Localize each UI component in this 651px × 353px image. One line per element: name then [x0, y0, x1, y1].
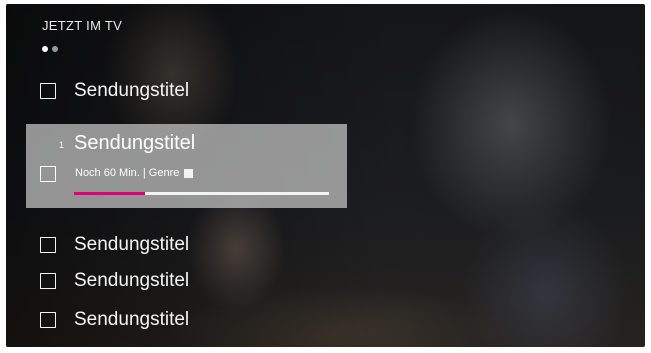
list-item[interactable]: Sendungstitel: [40, 234, 189, 256]
program-title: Sendungstitel: [74, 309, 190, 330]
list-item[interactable]: Sendungstitel: [40, 80, 189, 102]
checkbox-icon[interactable]: [40, 237, 56, 253]
checkbox-icon[interactable]: [40, 166, 56, 182]
program-meta: Noch 60 Min. | Genre: [75, 167, 194, 179]
list-item[interactable]: Sendungstitel: [40, 270, 189, 292]
program-meta-text: Noch 60 Min. | Genre: [75, 167, 180, 179]
page-dot-active[interactable]: [42, 46, 48, 52]
list-item[interactable]: Sendungstitel: [40, 309, 189, 331]
square-icon: [184, 168, 194, 178]
progress-fill: [74, 192, 146, 195]
program-title: Sendungstitel: [74, 132, 196, 154]
program-title: Sendungstitel: [74, 80, 190, 101]
section-title: JETZT IM TV: [42, 18, 123, 33]
page-dot[interactable]: [52, 46, 58, 52]
page-indicator: [42, 46, 58, 52]
program-title: Sendungstitel: [74, 234, 190, 255]
tv-background-frame: JETZT IM TV Sendungstitel 1 Sendungstite…: [6, 4, 645, 347]
checkbox-icon[interactable]: [40, 273, 56, 289]
checkbox-icon[interactable]: [40, 312, 56, 328]
checkbox-icon[interactable]: [40, 83, 56, 99]
progress-bar: [74, 192, 329, 195]
channel-number: 1: [59, 140, 65, 150]
program-title: Sendungstitel: [74, 270, 190, 291]
list-item-selected[interactable]: 1 Sendungstitel Noch 60 Min. | Genre: [26, 124, 347, 208]
